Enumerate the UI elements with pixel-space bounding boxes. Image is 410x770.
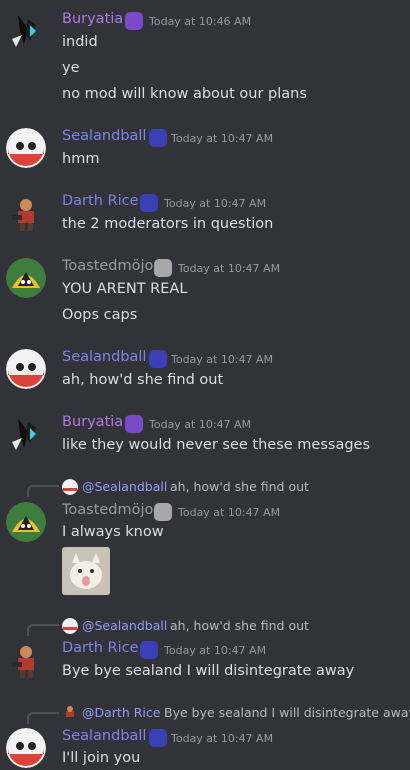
reply-mention[interactable]: @Sealandball xyxy=(82,618,167,633)
reply-connector xyxy=(27,485,59,497)
username[interactable]: Toastedmöjo xyxy=(62,258,153,274)
reply-avatar xyxy=(62,618,78,634)
message-text: I always know xyxy=(62,524,164,540)
reply-preview[interactable]: ah, how'd she find out xyxy=(170,479,309,494)
username[interactable]: Darth Rice xyxy=(62,193,139,209)
role-badge-icon xyxy=(140,641,158,659)
reply-avatar xyxy=(62,705,78,721)
username[interactable]: Darth Rice xyxy=(62,640,139,656)
avatar-sealandball[interactable] xyxy=(6,128,46,168)
username[interactable]: Buryatia xyxy=(62,414,123,430)
timestamp: Today at 10:47 AM xyxy=(171,353,274,366)
message-text: like they would never see these messages xyxy=(62,437,371,453)
username[interactable]: Buryatia xyxy=(62,11,123,27)
username[interactable]: Sealandball xyxy=(62,128,146,144)
message-text: indid xyxy=(62,34,98,50)
role-badge-icon xyxy=(140,194,158,212)
avatar-buryatia[interactable] xyxy=(6,11,46,51)
message-text: no mod will know about our plans xyxy=(62,86,307,102)
avatar-toastedmojo[interactable] xyxy=(6,502,46,542)
timestamp: Today at 10:46 AM xyxy=(149,15,252,28)
role-badge-icon xyxy=(149,129,167,147)
role-badge-icon xyxy=(125,415,143,433)
message-text: I'll join you xyxy=(62,750,141,766)
message-text: YOU ARENT REAL xyxy=(62,281,188,297)
role-badge-icon xyxy=(154,259,172,277)
timestamp: Today at 10:47 AM xyxy=(171,132,274,145)
avatar-darth-rice[interactable] xyxy=(6,640,46,680)
message-text: Bye bye sealand I will disintegrate away xyxy=(62,663,355,679)
avatar-sealandball[interactable] xyxy=(6,728,46,768)
message-text: hmm xyxy=(62,151,100,167)
timestamp: Today at 10:47 AM xyxy=(164,197,267,210)
avatar-darth-rice[interactable] xyxy=(6,193,46,233)
timestamp: Today at 10:47 AM xyxy=(178,262,281,275)
reply-connector xyxy=(27,712,59,724)
reply-connector xyxy=(27,624,59,636)
role-badge-icon xyxy=(149,350,167,368)
username[interactable]: Sealandball xyxy=(62,349,146,365)
role-badge-icon xyxy=(149,729,167,747)
message-text: ah, how'd she find out xyxy=(62,372,224,388)
role-badge-icon xyxy=(154,503,172,521)
timestamp: Today at 10:47 AM xyxy=(178,506,281,519)
reply-preview[interactable]: Bye bye sealand I will disintegrate away xyxy=(164,705,410,720)
reply-preview[interactable]: ah, how'd she find out xyxy=(170,618,309,633)
cat-image-attachment[interactable] xyxy=(62,547,110,595)
timestamp: Today at 10:47 AM xyxy=(171,732,274,745)
message-text: the 2 moderators in question xyxy=(62,216,274,232)
message-text: ye xyxy=(62,60,80,76)
message-text: Oops caps xyxy=(62,307,138,323)
reply-mention[interactable]: @Darth Rice xyxy=(82,705,160,720)
role-badge-icon xyxy=(125,12,143,30)
avatar-buryatia[interactable] xyxy=(6,414,46,454)
avatar-toastedmojo[interactable] xyxy=(6,258,46,298)
username[interactable]: Toastedmöjo xyxy=(62,502,153,518)
timestamp: Today at 10:47 AM xyxy=(149,418,252,431)
username[interactable]: Sealandball xyxy=(62,728,146,744)
timestamp: Today at 10:47 AM xyxy=(164,644,267,657)
avatar-sealandball[interactable] xyxy=(6,349,46,389)
reply-avatar xyxy=(62,479,78,495)
reply-mention[interactable]: @Sealandball xyxy=(82,479,167,494)
